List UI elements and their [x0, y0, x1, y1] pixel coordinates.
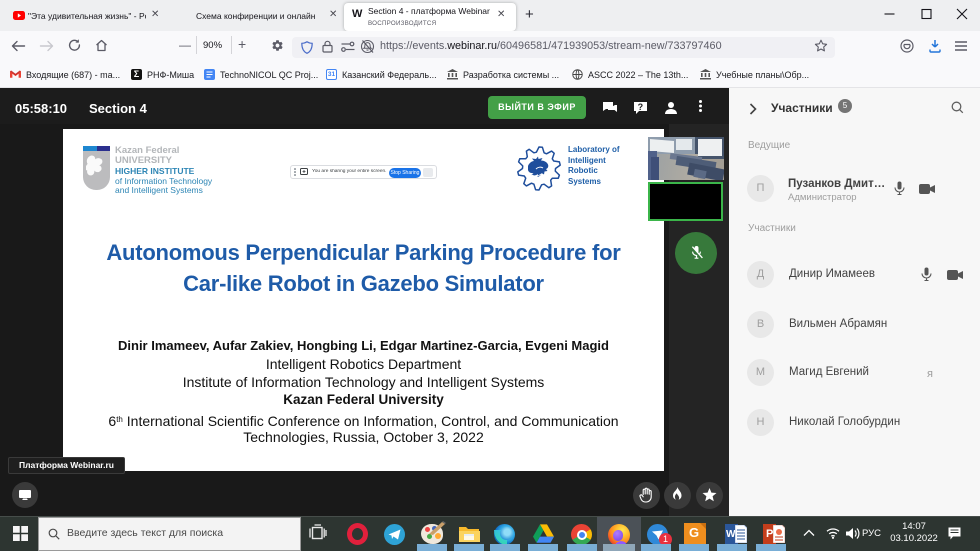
svg-text:?: ? — [638, 102, 644, 112]
